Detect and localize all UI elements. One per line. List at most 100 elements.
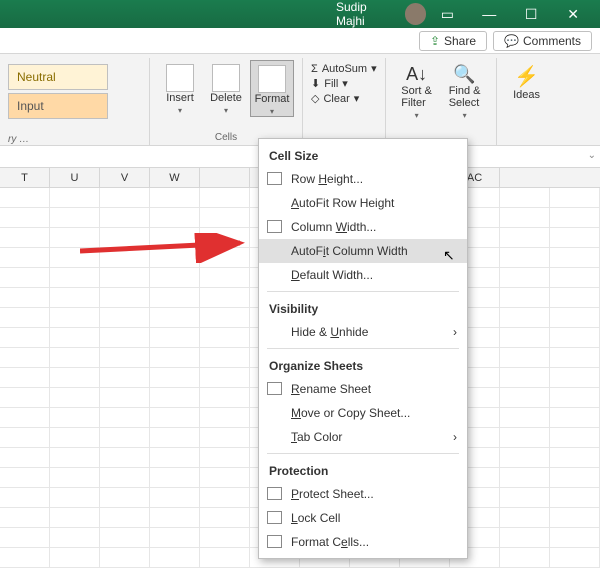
tab-color-item[interactable]: Tab Color› [259,425,467,449]
cell[interactable] [0,268,50,287]
cell[interactable] [550,548,600,567]
fill-button[interactable]: ⬇Fill ▾ [311,77,377,90]
cell[interactable] [150,208,200,227]
cell[interactable] [550,508,600,527]
cell[interactable] [150,488,200,507]
cell[interactable] [500,188,550,207]
cell[interactable] [50,428,100,447]
cell[interactable] [0,188,50,207]
cell[interactable] [150,188,200,207]
cell[interactable] [550,208,600,227]
cell[interactable] [150,408,200,427]
lock-cell-item[interactable]: Lock Cell [259,506,467,530]
cell[interactable] [550,408,600,427]
move-copy-item[interactable]: Move or Copy Sheet... [259,401,467,425]
cell[interactable] [100,368,150,387]
cell[interactable] [500,508,550,527]
cell[interactable] [150,548,200,567]
cell[interactable] [200,428,250,447]
ribbon-options-icon[interactable]: ▭ [426,0,468,28]
col-header[interactable]: U [50,168,100,187]
cell[interactable] [100,448,150,467]
cell[interactable] [550,228,600,247]
cell[interactable] [50,488,100,507]
col-header[interactable]: W [150,168,200,187]
cell[interactable] [550,248,600,267]
cell[interactable] [0,388,50,407]
cell[interactable] [500,488,550,507]
cell[interactable] [0,288,50,307]
hide-unhide-item[interactable]: Hide & Unhide› [259,320,467,344]
share-button[interactable]: ⇪ Share [419,31,487,51]
cell[interactable] [500,308,550,327]
cell[interactable] [550,348,600,367]
cell[interactable] [50,548,100,567]
protect-sheet-item[interactable]: Protect Sheet... [259,482,467,506]
clear-button[interactable]: ◇Clear ▾ [311,92,377,105]
cell[interactable] [500,548,550,567]
format-button[interactable]: Format ▾ [250,60,294,117]
cell[interactable] [150,328,200,347]
cell[interactable] [200,308,250,327]
cell[interactable] [550,308,600,327]
cell[interactable] [50,448,100,467]
cell[interactable] [200,208,250,227]
cell[interactable] [0,468,50,487]
cell[interactable] [50,188,100,207]
cell[interactable] [500,528,550,547]
cell[interactable] [0,428,50,447]
cell[interactable] [50,468,100,487]
cell[interactable] [150,308,200,327]
cell[interactable] [200,508,250,527]
cell[interactable] [150,268,200,287]
cell[interactable] [100,268,150,287]
avatar[interactable] [405,3,427,25]
cell[interactable] [100,388,150,407]
cell[interactable] [100,188,150,207]
cell[interactable] [150,288,200,307]
cell[interactable] [100,328,150,347]
cell[interactable] [550,268,600,287]
cell[interactable] [100,468,150,487]
cell[interactable] [200,468,250,487]
default-width-item[interactable]: Default Width... [259,263,467,287]
cell[interactable] [50,208,100,227]
cell[interactable] [500,208,550,227]
cell[interactable] [0,308,50,327]
cell[interactable] [150,468,200,487]
cell[interactable] [100,488,150,507]
cell[interactable] [200,348,250,367]
cell[interactable] [200,328,250,347]
cell[interactable] [100,288,150,307]
sort-filter-button[interactable]: A↓ Sort &Filter▾ [394,60,440,120]
cell[interactable] [200,448,250,467]
cell[interactable] [500,408,550,427]
cell[interactable] [550,188,600,207]
cell[interactable] [500,228,550,247]
cell[interactable] [200,268,250,287]
cell[interactable] [150,448,200,467]
cell[interactable] [500,328,550,347]
cell[interactable] [100,308,150,327]
col-header[interactable] [200,168,250,187]
cell[interactable] [100,208,150,227]
cell[interactable] [50,368,100,387]
cell[interactable] [0,328,50,347]
cell[interactable] [0,448,50,467]
cell[interactable] [50,508,100,527]
cell[interactable] [100,548,150,567]
close-icon[interactable]: ✕ [552,0,594,28]
cell[interactable] [200,388,250,407]
cell[interactable] [100,408,150,427]
cell[interactable] [550,528,600,547]
cell[interactable] [550,388,600,407]
cell[interactable] [100,428,150,447]
cell[interactable] [200,368,250,387]
cell[interactable] [500,428,550,447]
cell[interactable] [200,408,250,427]
cell[interactable] [500,248,550,267]
cell[interactable] [0,488,50,507]
cell[interactable] [0,408,50,427]
cell[interactable] [500,288,550,307]
delete-button[interactable]: Delete ▾ [204,60,248,117]
